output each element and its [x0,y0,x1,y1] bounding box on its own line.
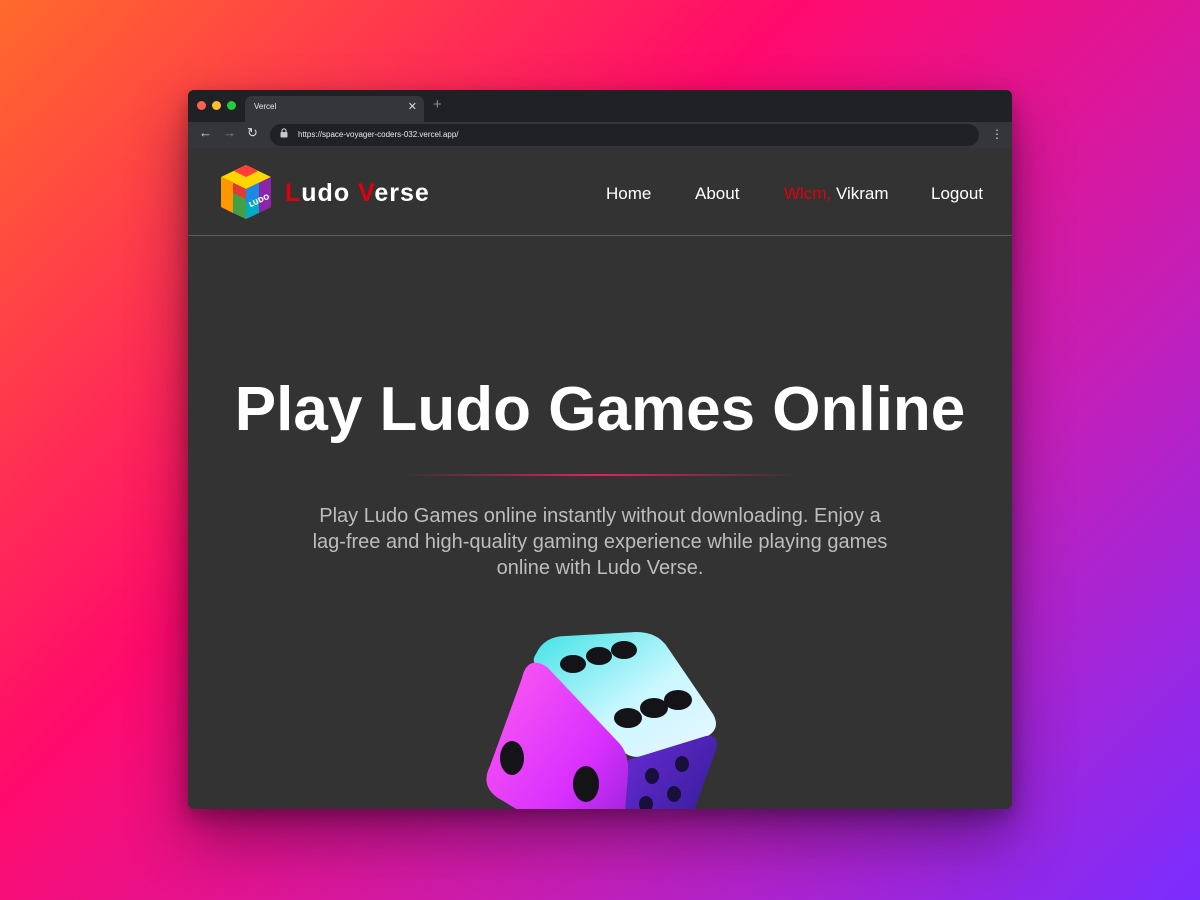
tab-title: Vercel [254,102,277,111]
user-name: Vikram [835,184,889,203]
address-bar[interactable]: https://space-voyager-coders-032.vercel.… [270,124,979,146]
close-window-button[interactable] [197,101,206,110]
minimize-window-button[interactable] [212,101,221,110]
brand-initial-l: L [285,179,302,207]
address-url[interactable]: https://space-voyager-coders-032.vercel.… [298,130,459,139]
site-header: LUDO Ludo Verse Home About Wlcm, Vikram … [188,148,1012,236]
maximize-window-button[interactable] [227,101,236,110]
page-viewport: LUDO Ludo Verse Home About Wlcm, Vikram … [188,148,1012,809]
nav-about-link[interactable]: About [695,184,739,204]
more-vertical-icon[interactable]: ⋮ [991,127,1003,141]
back-arrow-icon[interactable]: ← [199,125,212,140]
forward-arrow-icon[interactable]: → [223,125,236,140]
lock-icon [280,128,288,140]
browser-tab[interactable]: Vercel ✕ [245,96,424,122]
nav-home-link[interactable]: Home [606,184,651,204]
brand-word-udo: udo [301,179,351,207]
reload-icon[interactable]: ↻ [247,125,258,141]
hero-title: Play Ludo Games Online [234,375,966,444]
dice-image [468,626,728,809]
plus-icon[interactable]: + [433,96,442,113]
browser-toolbar: ← → ↻ https://space-voyager-coders-032.v… [188,122,1012,148]
welcome-prefix: Wlcm, [784,184,832,203]
welcome-user: Wlcm, Vikram [784,184,889,204]
hero-description: Play Ludo Games online instantly without… [312,505,888,579]
logout-link[interactable]: Logout [931,184,983,204]
brand-word-erse: erse [374,179,430,207]
close-icon[interactable]: ✕ [408,100,417,113]
tab-bar: Vercel ✕ + [188,90,1012,122]
logo[interactable]: LUDO [219,163,273,221]
browser-window: Vercel ✕ + ← → ↻ https://space-voyager-c… [188,90,1012,809]
brand-initial-v: V [358,179,375,207]
brand-name[interactable]: Ludo Verse [285,179,430,208]
hero-divider [400,474,800,476]
